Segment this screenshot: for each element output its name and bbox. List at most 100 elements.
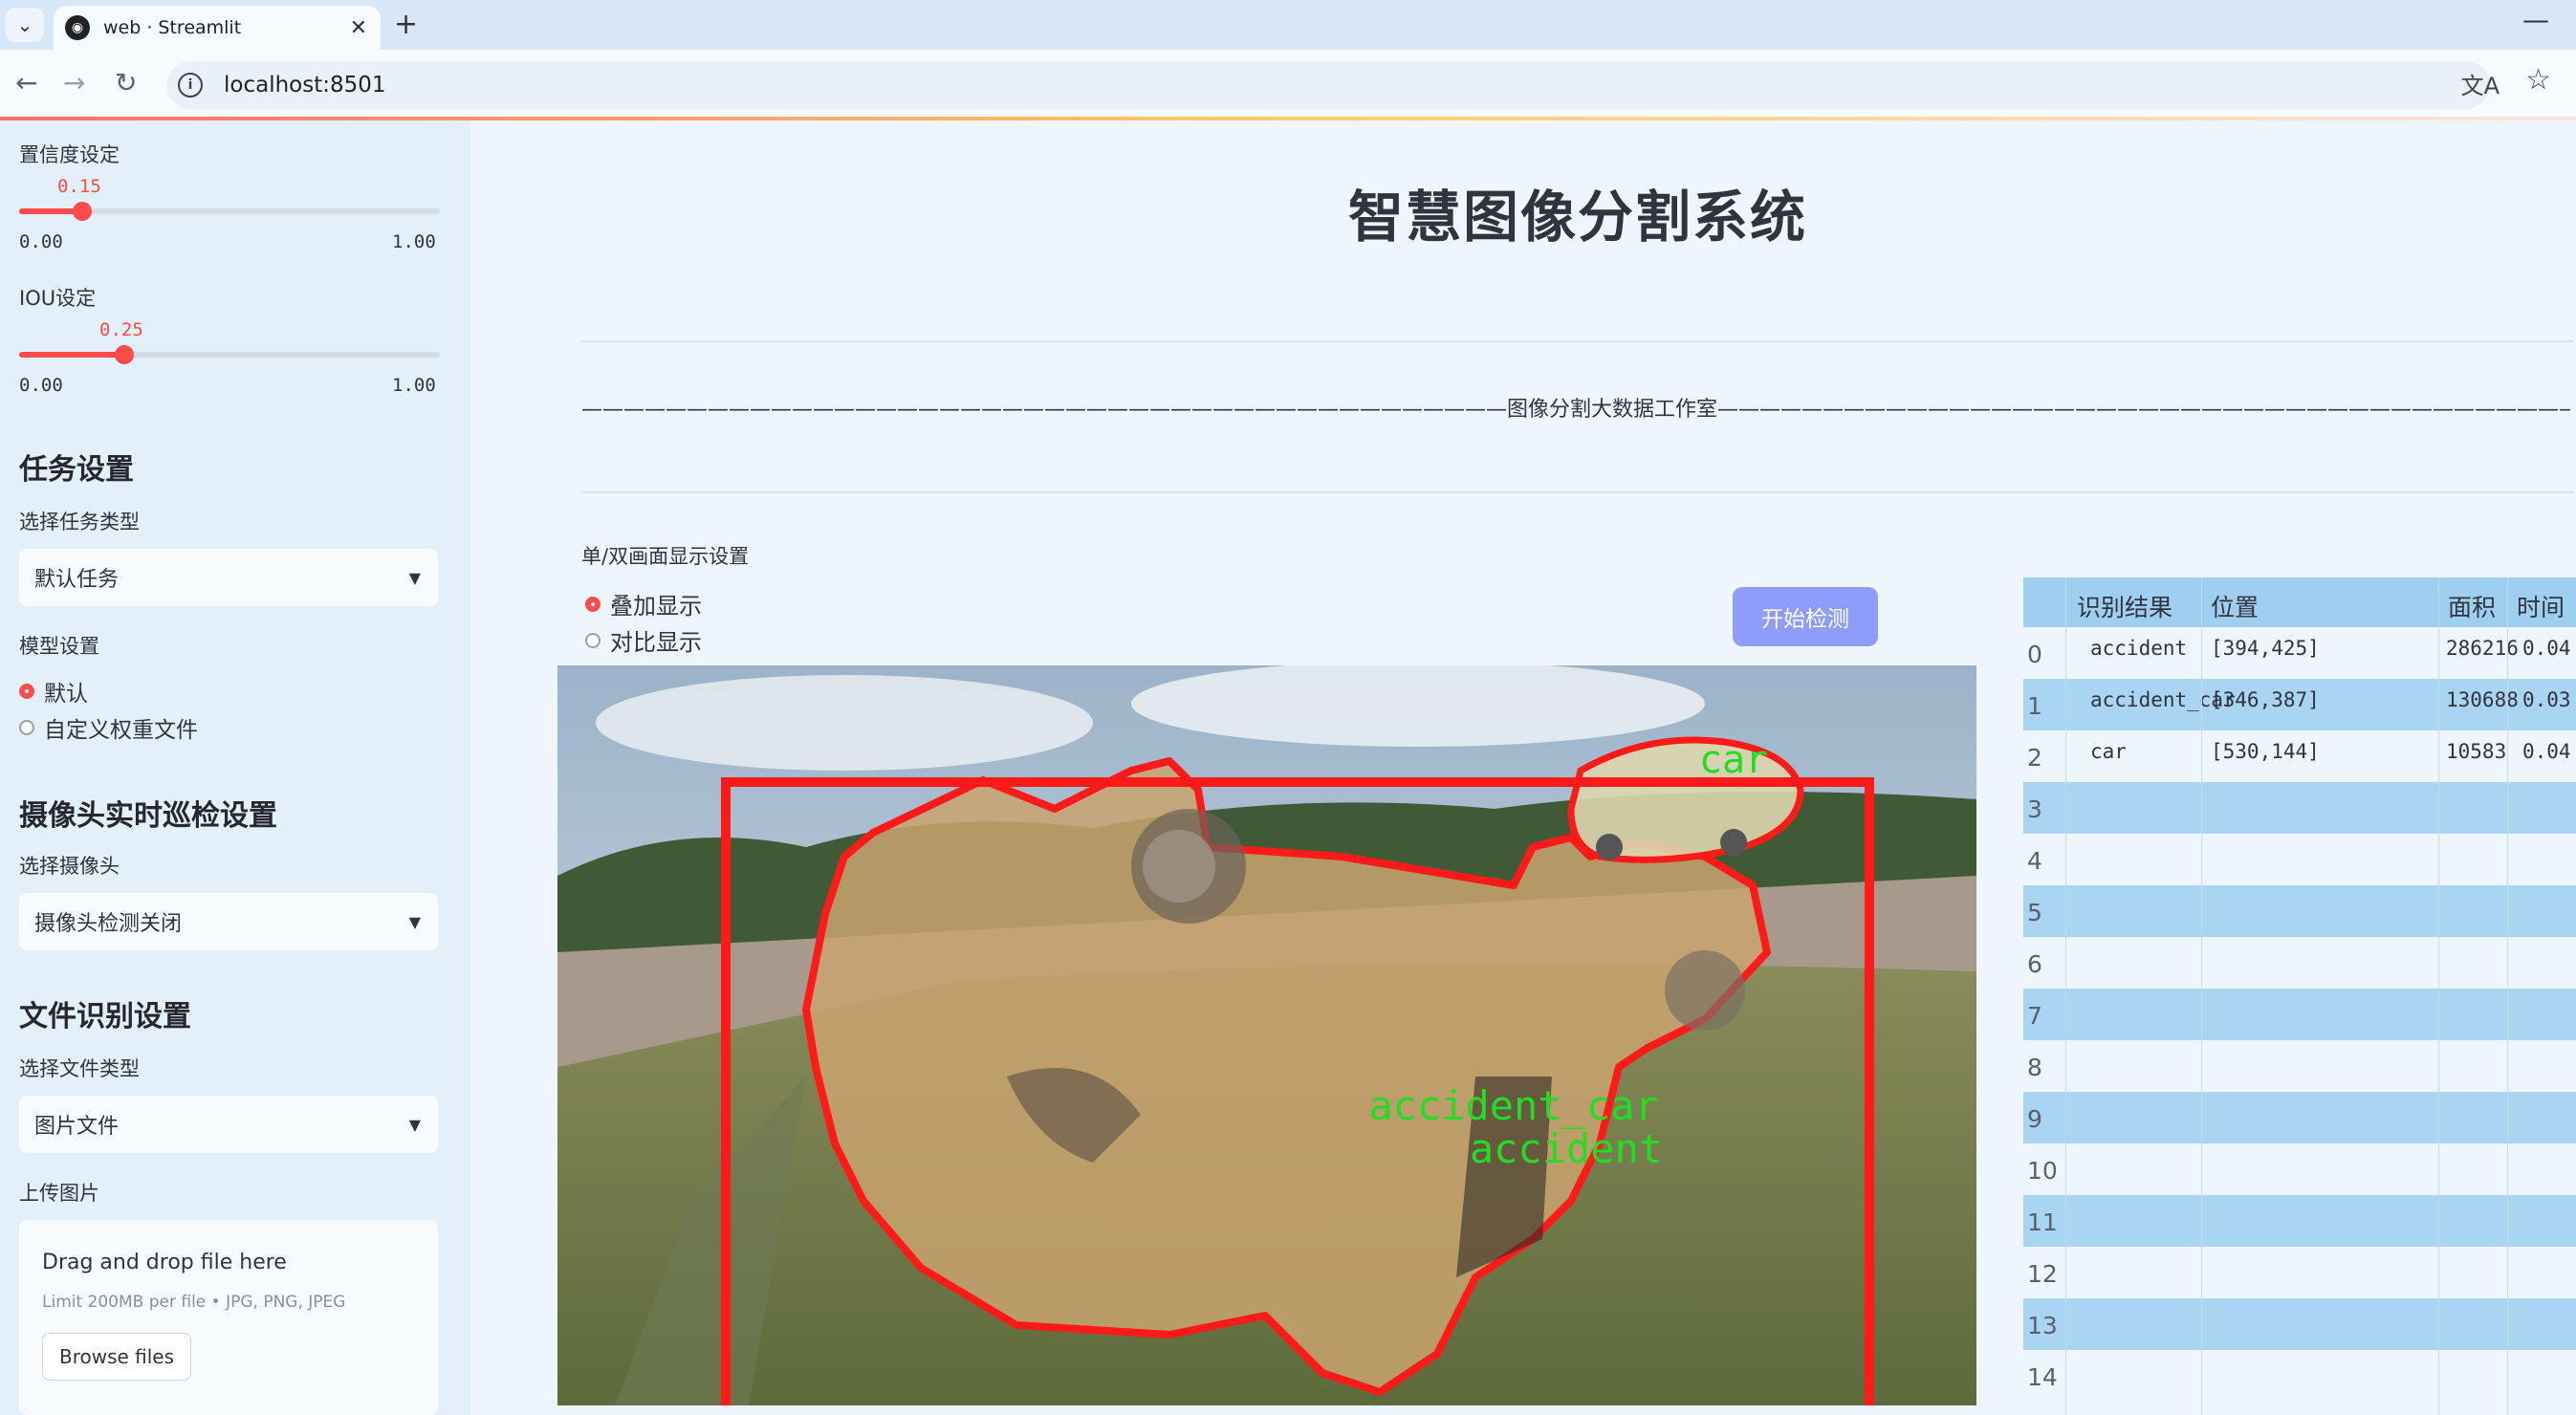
header-position: 位置: [2211, 594, 2259, 621]
table-row[interactable]: 10: [2023, 1143, 2576, 1195]
row-index: 14: [2027, 1363, 2058, 1391]
cell-result: accident: [2090, 637, 2188, 660]
browser-tab[interactable]: ◉ web · Streamlit ✕: [54, 6, 381, 50]
address-bar: ← → ↻ i localhost:8501 文A ☆: [0, 50, 2576, 119]
table-row[interactable]: 14: [2023, 1350, 2576, 1402]
cell-position: [394,425]: [2211, 637, 2320, 660]
radio-checked-icon: [19, 684, 34, 699]
results-table[interactable]: 识别结果 位置 面积 时间 0 accident [394,425] 286216 0.…: [2023, 577, 2576, 1415]
row-index: 2: [2027, 744, 2042, 772]
display-mode-label: 单/双画面显示设置: [581, 545, 750, 568]
chevron-down-icon: ▼: [408, 912, 421, 931]
table-header: 识别结果 位置 面积 时间: [2023, 577, 2576, 627]
tab-title: web · Streamlit: [103, 17, 242, 38]
iou-value: 0.25: [99, 319, 143, 340]
cell-result: car: [2090, 740, 2127, 763]
cell-position: [530,144]: [2211, 740, 2320, 763]
row-index: 9: [2027, 1105, 2042, 1133]
detection-label-car: car: [1699, 738, 1768, 782]
model-option-label: 默认: [44, 682, 88, 707]
row-index: 12: [2027, 1260, 2058, 1288]
minimize-window-icon[interactable]: —: [2522, 4, 2549, 35]
tab-list-chevron-icon[interactable]: ⌄: [6, 8, 44, 42]
detection-result-image: car accident_car accident: [557, 665, 1976, 1405]
iou-slider[interactable]: [19, 345, 440, 364]
back-arrow-icon[interactable]: ←: [15, 67, 37, 98]
row-index: 0: [2027, 641, 2042, 668]
file-settings-heading: 文件识别设置: [19, 1000, 191, 1034]
url-field[interactable]: i localhost:8501: [166, 61, 2490, 109]
confidence-slider-thumb[interactable]: [73, 202, 92, 221]
model-option-default[interactable]: 默认: [19, 675, 88, 708]
bookmark-star-icon[interactable]: ☆: [2525, 63, 2551, 97]
row-index: 6: [2027, 950, 2042, 978]
cell-time: 0.03: [2522, 688, 2571, 711]
table-row[interactable]: 5: [2023, 885, 2576, 937]
file-type-label: 选择文件类型: [19, 1057, 140, 1080]
display-option-label: 对比显示: [610, 629, 702, 656]
cell-time: 0.04: [2522, 740, 2571, 763]
camera-label: 选择摄像头: [19, 855, 120, 878]
row-index: 7: [2027, 1002, 2042, 1030]
table-row[interactable]: 9: [2023, 1092, 2576, 1143]
iou-slider-thumb[interactable]: [115, 345, 134, 364]
start-detection-button[interactable]: 开始检测: [1733, 587, 1878, 646]
detection-label-accident: accident: [1470, 1125, 1663, 1172]
confidence-slider[interactable]: [19, 202, 440, 221]
table-row[interactable]: 7: [2023, 989, 2576, 1040]
file-type-select[interactable]: 图片文件 ▼: [19, 1096, 438, 1153]
close-tab-icon[interactable]: ✕: [350, 16, 367, 40]
header-area: 面积: [2448, 594, 2497, 621]
task-type-label: 选择任务类型: [19, 511, 140, 533]
dropzone-limit: Limit 200MB per file • JPG, PNG, JPEG: [42, 1293, 346, 1312]
camera-settings-heading: 摄像头实时巡检设置: [19, 799, 277, 833]
table-row[interactable]: 11: [2023, 1195, 2576, 1247]
cell-area: 10583: [2446, 740, 2507, 763]
radio-checked-icon: [585, 596, 600, 612]
task-type-selected: 默认任务: [34, 568, 120, 592]
table-row[interactable]: 3: [2023, 782, 2576, 834]
confidence-value: 0.15: [57, 176, 101, 197]
table-row[interactable]: 13: [2023, 1298, 2576, 1350]
divider: [581, 340, 2574, 342]
translate-icon[interactable]: 文A: [2461, 67, 2500, 100]
camera-select[interactable]: 摄像头检测关闭 ▼: [19, 893, 438, 950]
table-row[interactable]: 12: [2023, 1247, 2576, 1298]
page-title: 智慧图像分割系统: [1347, 185, 1807, 250]
header-time: 时间: [2517, 594, 2565, 621]
table-row[interactable]: 4: [2023, 834, 2576, 885]
table-row[interactable]: 1 accident_car [346,387] 130688 0.03: [2023, 679, 2576, 730]
display-option-compare[interactable]: 对比显示: [585, 623, 702, 657]
divider: [581, 491, 2574, 493]
streamlit-icon: ◉: [65, 15, 90, 40]
iou-max: 1.00: [392, 375, 436, 396]
detection-label-accident-car: accident_car: [1368, 1082, 1658, 1129]
table-row[interactable]: 6: [2023, 937, 2576, 989]
forward-arrow-icon[interactable]: →: [63, 67, 85, 98]
chevron-down-icon: ▼: [408, 568, 421, 587]
cell-position: [346,387]: [2211, 688, 2320, 711]
model-option-custom[interactable]: 自定义权重文件: [19, 711, 198, 744]
model-option-label: 自定义权重文件: [44, 718, 198, 743]
url-text: localhost:8501: [224, 73, 386, 98]
radio-unchecked-icon: [19, 720, 34, 735]
table-row[interactable]: 2 car [530,144] 10583 0.04: [2023, 730, 2576, 782]
iou-slider-fill: [19, 352, 124, 358]
row-index: 5: [2027, 899, 2042, 926]
chevron-down-icon: ▼: [408, 1115, 421, 1134]
display-option-label: 叠加显示: [610, 593, 702, 620]
site-info-icon[interactable]: i: [178, 73, 203, 98]
dropzone-text: Drag and drop file here: [42, 1251, 287, 1274]
reload-icon[interactable]: ↻: [115, 67, 137, 98]
row-index: 1: [2027, 692, 2042, 720]
studio-banner: ————————————————————————————————————————…: [581, 398, 2570, 422]
table-row[interactable]: 0 accident [394,425] 286216 0.04: [2023, 627, 2576, 679]
file-dropzone[interactable]: Drag and drop file here Limit 200MB per …: [19, 1220, 438, 1415]
table-row[interactable]: 8: [2023, 1040, 2576, 1092]
task-settings-heading: 任务设置: [19, 453, 134, 487]
new-tab-icon[interactable]: +: [394, 8, 418, 41]
display-option-overlay[interactable]: 叠加显示: [585, 587, 702, 620]
task-type-select[interactable]: 默认任务 ▼: [19, 549, 438, 606]
row-index: 11: [2027, 1208, 2058, 1236]
browse-files-button[interactable]: Browse files: [42, 1333, 191, 1381]
